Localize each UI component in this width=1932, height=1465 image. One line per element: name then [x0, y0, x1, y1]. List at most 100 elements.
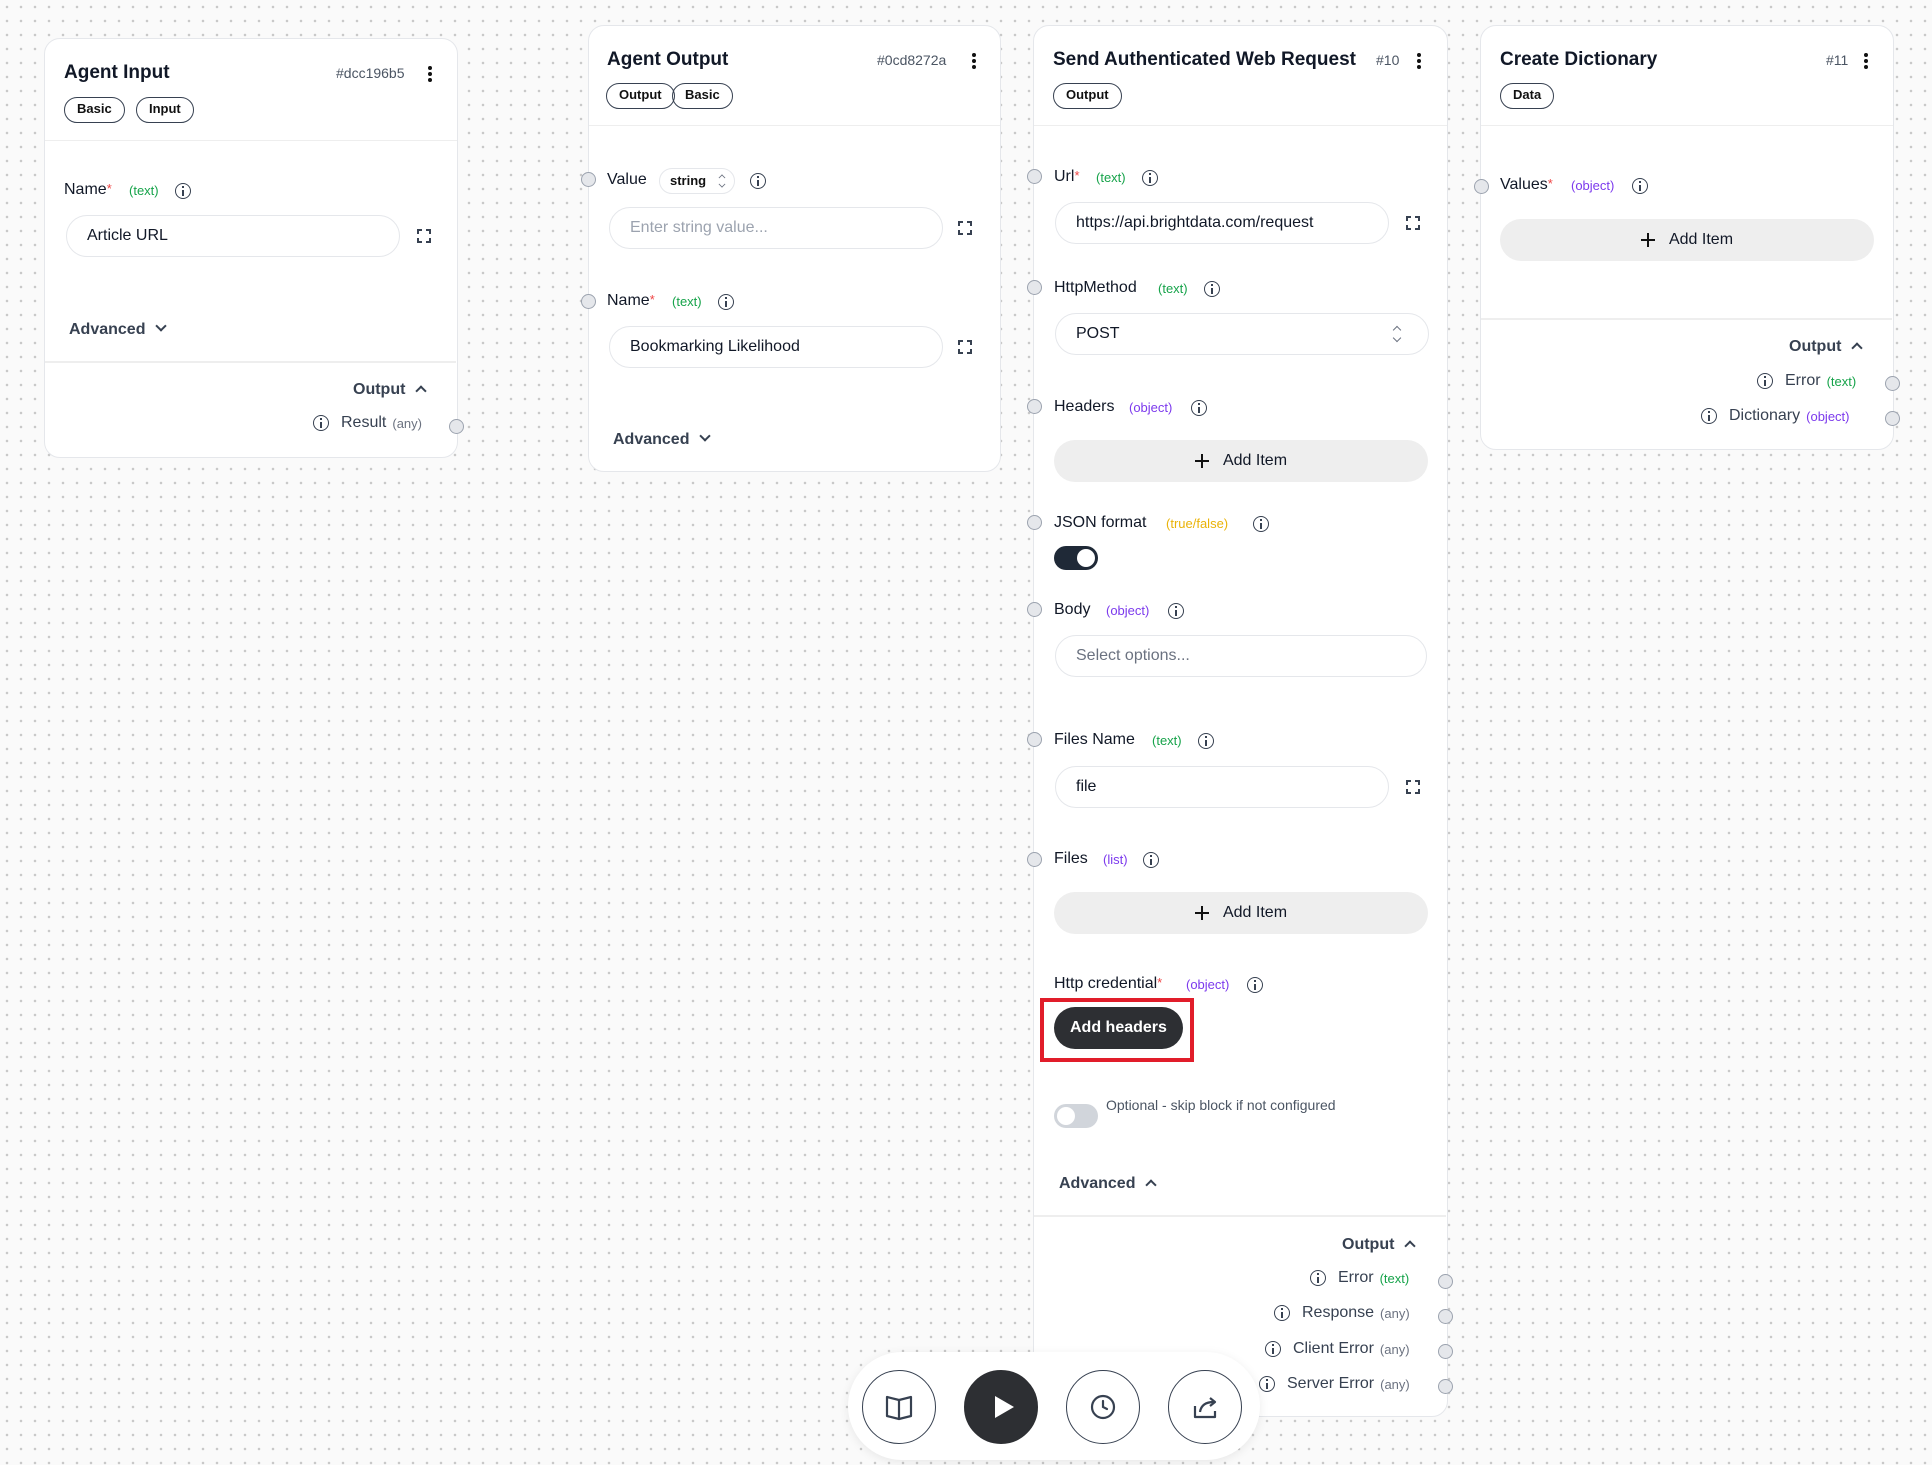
node-title: Agent Input	[64, 62, 170, 83]
advanced-toggle[interactable]: Advanced	[1059, 1175, 1158, 1193]
output-port-error[interactable]	[1885, 376, 1900, 391]
info-icon[interactable]	[750, 173, 766, 189]
info-icon[interactable]	[1265, 1341, 1281, 1357]
info-icon[interactable]	[1204, 281, 1220, 297]
output-port-client-error[interactable]	[1438, 1344, 1453, 1359]
info-icon[interactable]	[1632, 178, 1648, 194]
node-create-dictionary[interactable]: Create Dictionary #11 Data Values* (obje…	[1480, 25, 1894, 450]
more-options-icon[interactable]	[1411, 51, 1427, 71]
field-label-name: Name*	[607, 292, 655, 310]
required-mark: *	[649, 292, 655, 307]
expand-icon[interactable]	[958, 340, 972, 354]
chevron-down-icon	[155, 320, 168, 332]
advanced-toggle[interactable]: Advanced	[69, 320, 168, 339]
expand-icon[interactable]	[958, 221, 972, 235]
output-name: Response	[1302, 1304, 1375, 1321]
field-label-value: Value	[607, 171, 647, 188]
value-input[interactable]: Enter string value...	[609, 207, 943, 249]
output-port-server-error[interactable]	[1438, 1379, 1453, 1394]
required-mark: *	[1074, 168, 1080, 183]
field-label-text: Http credential	[1054, 975, 1158, 992]
chevron-up-icon	[1145, 1179, 1158, 1191]
more-options-icon[interactable]	[966, 51, 982, 71]
field-label-files-name: Files Name	[1054, 731, 1135, 748]
input-port-body[interactable]	[1027, 602, 1042, 617]
info-icon[interactable]	[1168, 603, 1184, 619]
input-port-json-format[interactable]	[1027, 515, 1042, 530]
info-icon[interactable]	[1310, 1270, 1326, 1286]
info-icon[interactable]	[313, 415, 329, 431]
headers-add-item-button[interactable]: Add Item	[1054, 440, 1428, 482]
files-add-item-button[interactable]: Add Item	[1054, 892, 1428, 934]
field-label-values: Values*	[1500, 176, 1553, 194]
advanced-label: Advanced	[1059, 1175, 1136, 1192]
info-icon[interactable]	[1247, 977, 1263, 993]
info-icon[interactable]	[1274, 1305, 1290, 1321]
input-port-url[interactable]	[1027, 169, 1042, 184]
output-toggle[interactable]: Output	[1342, 1236, 1417, 1254]
output-port-dictionary[interactable]	[1885, 411, 1900, 426]
info-icon[interactable]	[1191, 400, 1207, 416]
input-port-headers[interactable]	[1027, 399, 1042, 414]
output-port-response[interactable]	[1438, 1309, 1453, 1324]
more-options-icon[interactable]	[422, 64, 438, 84]
info-icon[interactable]	[1198, 733, 1214, 749]
input-port-value[interactable]	[581, 172, 596, 187]
chevron-up-icon	[415, 385, 428, 397]
info-icon[interactable]	[1259, 1376, 1275, 1392]
node-id: #dcc196b5	[336, 65, 405, 81]
name-input[interactable]: Article URL	[66, 215, 400, 257]
output-name: Error	[1785, 372, 1821, 389]
advanced-toggle[interactable]: Advanced	[613, 430, 712, 449]
field-label-text: Name	[607, 292, 650, 309]
info-icon[interactable]	[718, 294, 734, 310]
bottom-toolbar	[848, 1352, 1260, 1460]
output-dictionary: Dictionary (object)	[1701, 407, 1850, 425]
output-port-error[interactable]	[1438, 1274, 1453, 1289]
node-agent-output[interactable]: Agent Output #0cd8272a Output Basic Valu…	[588, 25, 1001, 472]
input-port-files[interactable]	[1027, 852, 1042, 867]
node-web-request[interactable]: Send Authenticated Web Request #10 Outpu…	[1033, 25, 1448, 1417]
info-icon[interactable]	[1143, 852, 1159, 868]
name-input[interactable]: Bookmarking Likelihood	[609, 326, 943, 368]
expand-icon[interactable]	[1406, 780, 1420, 794]
node-id: #10	[1376, 52, 1400, 68]
info-icon[interactable]	[175, 183, 191, 199]
more-options-icon[interactable]	[1858, 51, 1874, 71]
node-agent-input[interactable]: Agent Input #dcc196b5 Basic Input Name* …	[44, 38, 458, 458]
output-name: Result	[341, 414, 387, 431]
run-button[interactable]	[964, 1370, 1038, 1444]
input-port-httpmethod[interactable]	[1027, 280, 1042, 295]
add-headers-button[interactable]: Add headers	[1054, 1007, 1183, 1049]
output-type: (object)	[1806, 408, 1850, 424]
url-input[interactable]: https://api.brightdata.com/request	[1055, 202, 1389, 244]
tag-chip: Basic	[672, 83, 733, 109]
guide-button[interactable]	[862, 1370, 936, 1444]
info-icon[interactable]	[1757, 373, 1773, 389]
output-port-result[interactable]	[449, 419, 464, 434]
tag-chip: Output	[1053, 83, 1122, 109]
files-name-input[interactable]: file	[1055, 766, 1389, 808]
value-type-select[interactable]: string	[659, 168, 735, 194]
json-format-toggle[interactable]	[1054, 546, 1098, 570]
input-port-name[interactable]	[581, 294, 596, 309]
required-mark: *	[1547, 176, 1553, 191]
input-port-values[interactable]	[1474, 179, 1489, 194]
node-id: #0cd8272a	[877, 52, 947, 68]
body-select[interactable]: Select options...	[1055, 635, 1427, 677]
expand-icon[interactable]	[1406, 216, 1420, 230]
output-toggle[interactable]: Output	[353, 381, 428, 399]
info-icon[interactable]	[1253, 516, 1269, 532]
output-toggle[interactable]: Output	[1789, 338, 1864, 356]
info-icon[interactable]	[1701, 408, 1717, 424]
values-add-item-button[interactable]: Add Item	[1500, 219, 1874, 261]
history-button[interactable]	[1066, 1370, 1140, 1444]
field-type: (object)	[1106, 603, 1150, 618]
info-icon[interactable]	[1142, 170, 1158, 186]
httpmethod-select[interactable]: POST	[1055, 313, 1429, 355]
expand-icon[interactable]	[417, 229, 431, 243]
input-port-files-name[interactable]	[1027, 732, 1042, 747]
share-button[interactable]	[1168, 1370, 1242, 1444]
optional-toggle[interactable]	[1054, 1104, 1098, 1128]
node-header: Agent Output #0cd8272a Output Basic	[589, 26, 1000, 126]
